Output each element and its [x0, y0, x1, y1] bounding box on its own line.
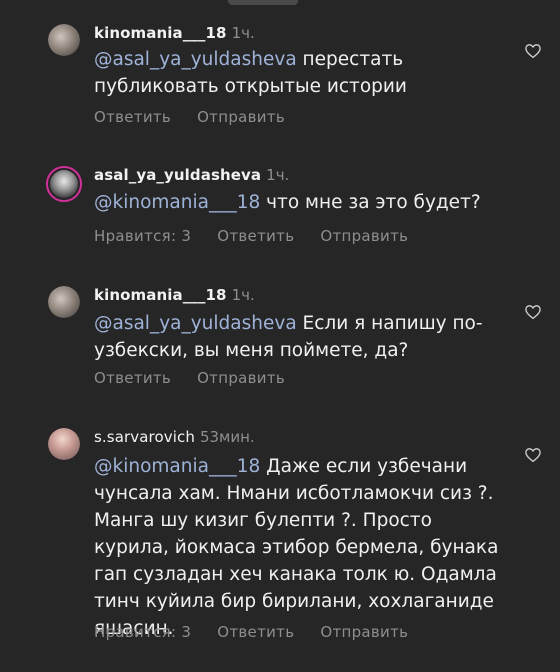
comment-meta: asal_ya_yuldasheva 1ч.: [94, 166, 289, 184]
avatar[interactable]: [48, 428, 80, 460]
avatar[interactable]: [46, 166, 82, 202]
comment-meta: kinomania___18 1ч.: [94, 24, 255, 42]
comment-body: Даже если узбечани чунсала хам. Нмани ис…: [94, 456, 499, 639]
send-button[interactable]: Отправить: [197, 369, 285, 387]
comment-text: @kinomania___18 что мне за это будет?: [94, 189, 504, 216]
comment-actions: Ответить Отправить: [94, 108, 311, 126]
heart-icon[interactable]: [524, 42, 542, 60]
username[interactable]: asal_ya_yuldasheva: [94, 166, 261, 184]
mention-link[interactable]: @kinomania___18: [94, 456, 260, 477]
send-button[interactable]: Отправить: [320, 623, 408, 641]
heart-icon[interactable]: [524, 446, 542, 464]
username[interactable]: kinomania___18: [94, 24, 227, 42]
comment-text: @asal_ya_yuldasheva Если я напишу по-узб…: [94, 310, 504, 364]
sheet-drag-handle[interactable]: [228, 0, 298, 5]
mention-link[interactable]: @kinomania___18: [94, 192, 260, 213]
comment-actions: Нравится: 3 Ответить Отправить: [94, 227, 434, 245]
username[interactable]: kinomania___18: [94, 286, 227, 304]
likes-count[interactable]: Нравится: 3: [94, 227, 191, 245]
likes-count[interactable]: Нравится: 3: [94, 623, 191, 641]
mention-link[interactable]: @asal_ya_yuldasheva: [94, 49, 297, 70]
comment-body: что мне за это будет?: [260, 192, 481, 213]
timestamp: 53мин.: [199, 428, 255, 446]
reply-button[interactable]: Ответить: [94, 369, 171, 387]
reply-button[interactable]: Ответить: [94, 108, 171, 126]
comment-meta: s.sarvarovich 53мин.: [94, 428, 255, 446]
comment-text: @kinomania___18 Даже если узбечани чунса…: [94, 453, 504, 642]
heart-icon[interactable]: [524, 303, 542, 321]
avatar[interactable]: [48, 286, 80, 318]
timestamp: 1ч.: [231, 24, 255, 42]
timestamp: 1ч.: [266, 166, 290, 184]
reply-button[interactable]: Ответить: [217, 623, 294, 641]
comment-text: @asal_ya_yuldasheva перестать публиковат…: [94, 46, 504, 100]
mention-link[interactable]: @asal_ya_yuldasheva: [94, 313, 297, 334]
avatar[interactable]: [48, 24, 80, 56]
timestamp: 1ч.: [231, 286, 255, 304]
reply-button[interactable]: Ответить: [217, 227, 294, 245]
comment-actions: Нравится: 3 Ответить Отправить: [94, 623, 434, 641]
username[interactable]: s.sarvarovich: [94, 428, 195, 446]
comment-meta: kinomania___18 1ч.: [94, 286, 255, 304]
send-button[interactable]: Отправить: [320, 227, 408, 245]
comment-actions: Ответить Отправить: [94, 369, 311, 387]
send-button[interactable]: Отправить: [197, 108, 285, 126]
